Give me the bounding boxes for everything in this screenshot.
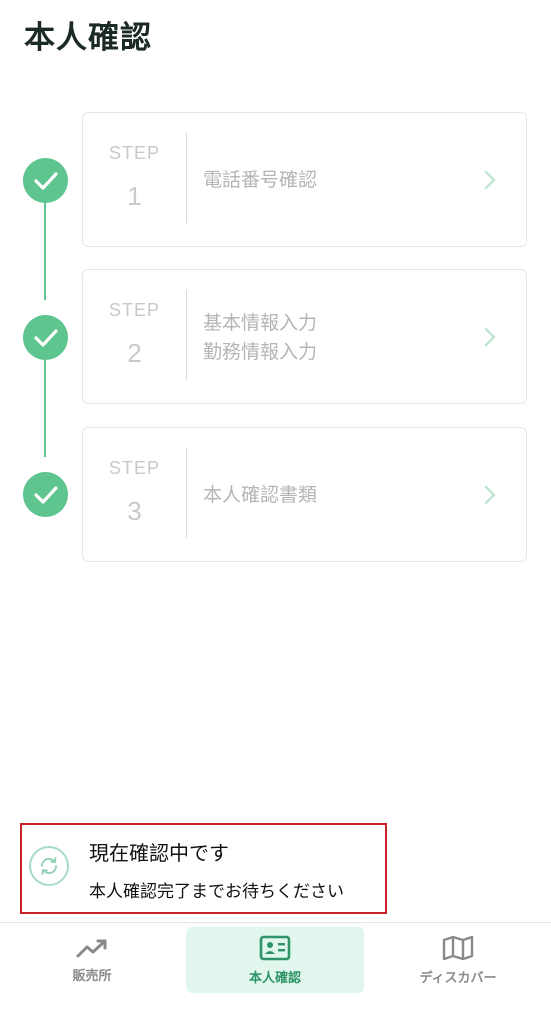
step-complete-check-icon bbox=[23, 315, 68, 360]
status-message: 本人確認完了までお待ちください bbox=[89, 882, 344, 902]
sync-icon bbox=[29, 846, 69, 886]
step-label-line: 本人確認書類 bbox=[203, 484, 318, 506]
verification-status-banner: 現在確認中です 本人確認完了までお待ちください bbox=[20, 823, 387, 914]
nav-item-identity[interactable]: 本人確認 bbox=[186, 927, 364, 993]
step-card-1[interactable]: STEP 1 電話番号確認 bbox=[82, 112, 527, 247]
step-divider bbox=[186, 290, 187, 380]
trend-up-icon bbox=[76, 939, 107, 957]
step-label: 基本情報入力 勤務情報入力 bbox=[203, 270, 463, 405]
step-label-line: 電話番号確認 bbox=[203, 169, 318, 191]
step-label: 電話番号確認 bbox=[203, 113, 463, 248]
step-complete-check-icon bbox=[23, 158, 68, 203]
identity-verification-screen: 本人確認 STEP 1 電話番号確認 STEP 2 基本情報入力 勤務情報入力 … bbox=[0, 0, 551, 1024]
chevron-right-icon bbox=[484, 485, 496, 505]
step-label-line: 基本情報入力 bbox=[203, 311, 318, 334]
step-number: 3 bbox=[127, 496, 142, 526]
nav-label: ディスカバー bbox=[419, 970, 497, 986]
step-tag: STEP bbox=[108, 143, 160, 163]
chevron-right-icon bbox=[484, 327, 496, 347]
step-number: 2 bbox=[127, 338, 142, 368]
map-icon bbox=[442, 935, 474, 960]
chevron-right-icon bbox=[484, 170, 496, 190]
step-card-3[interactable]: STEP 3 本人確認書類 bbox=[82, 427, 527, 562]
step-divider bbox=[186, 133, 187, 223]
nav-label: 販売所 bbox=[72, 968, 112, 984]
page-title: 本人確認 bbox=[24, 20, 152, 56]
timeline-connector bbox=[44, 360, 46, 457]
status-title: 現在確認中です bbox=[89, 841, 229, 865]
step-number: 1 bbox=[127, 181, 142, 211]
step-tag: STEP bbox=[108, 300, 160, 320]
step-label-line: 勤務情報入力 bbox=[203, 340, 318, 363]
timeline-connector bbox=[44, 203, 46, 300]
id-card-icon bbox=[259, 935, 291, 960]
nav-item-discover[interactable]: ディスカバー bbox=[396, 927, 520, 993]
nav-item-sales[interactable]: 販売所 bbox=[30, 927, 154, 993]
step-label: 本人確認書類 bbox=[203, 428, 463, 563]
step-complete-check-icon bbox=[23, 472, 68, 517]
step-divider bbox=[186, 448, 187, 538]
step-card-2[interactable]: STEP 2 基本情報入力 勤務情報入力 bbox=[82, 269, 527, 404]
bottom-navigation: 販売所 本人確認 ディスカバー bbox=[0, 922, 551, 1024]
nav-label: 本人確認 bbox=[248, 970, 301, 986]
step-tag: STEP bbox=[108, 458, 160, 478]
